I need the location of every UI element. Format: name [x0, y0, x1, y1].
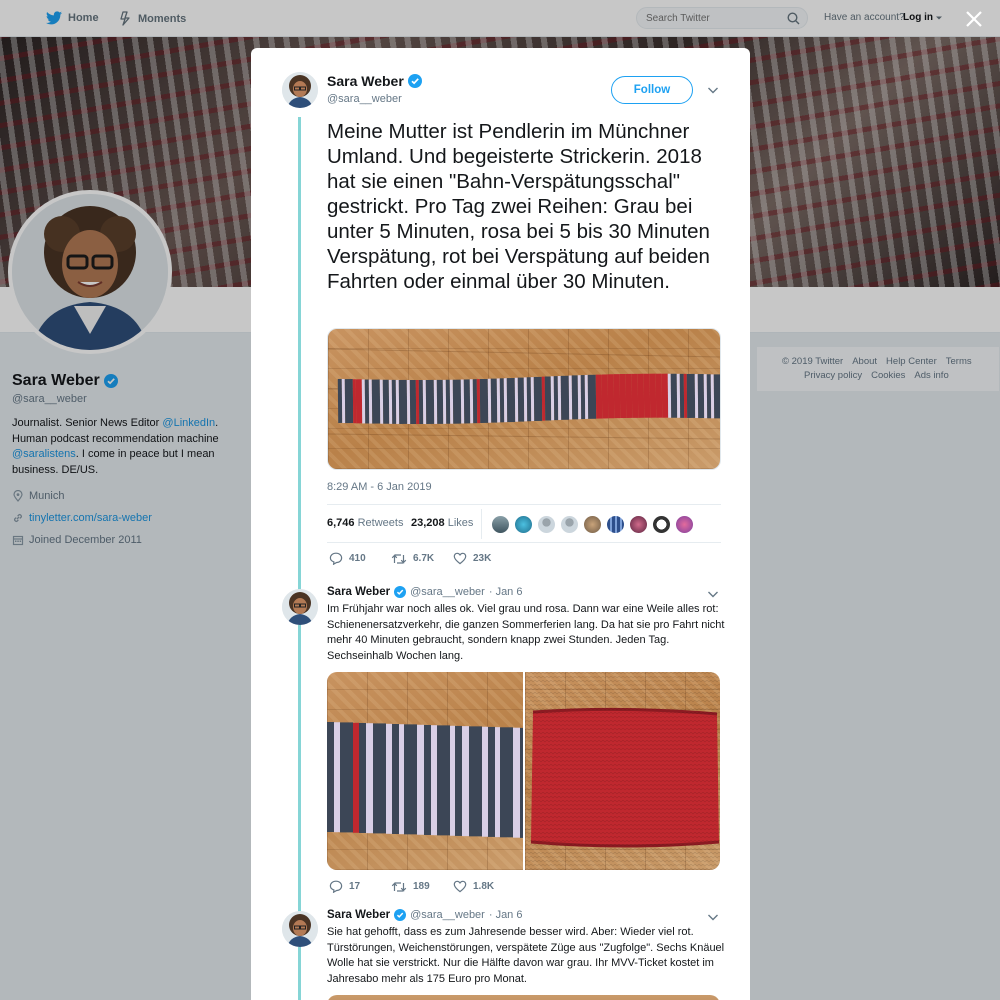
- reply-count: 410: [349, 553, 366, 564]
- chevron-down-icon[interactable]: [706, 910, 720, 924]
- tweet-timestamp[interactable]: 8:29 AM - 6 Jan 2019: [327, 481, 432, 493]
- tweet-author-name[interactable]: Sara Weber: [327, 73, 422, 89]
- reply-text: Sie hat gehofft, dass es zum Jahresende …: [327, 926, 725, 986]
- tweet-text: Meine Mutter ist Pendlerin im Münchner U…: [327, 120, 710, 293]
- retweet-count: 189: [413, 881, 430, 892]
- heart-icon: [453, 552, 467, 565]
- retweet-count: 6,746: [327, 517, 355, 529]
- reply-text: Im Frühjahr war noch alles ok. Viel grau…: [327, 603, 725, 663]
- liker-avatar[interactable]: [675, 515, 694, 534]
- reply-header: Sara Weber @sara__weber · Jan 6: [327, 586, 522, 598]
- tweet-modal: Sara Weber @sara__weber Follow Meine Mut…: [251, 48, 750, 1000]
- tweet-author-name-text: Sara Weber: [327, 73, 404, 89]
- reply-photo-stripes[interactable]: [327, 672, 523, 870]
- tweet-actions: 410 6.7K 23K: [329, 552, 515, 565]
- like-count-short: 23K: [473, 553, 492, 564]
- reply-date[interactable]: · Jan 6: [489, 586, 523, 598]
- liker-avatar[interactable]: [514, 515, 533, 534]
- reply-header: Sara Weber @sara__weber · Jan 6: [327, 909, 522, 921]
- liker-avatar[interactable]: [491, 515, 510, 534]
- retweet-action[interactable]: 6.7K: [391, 553, 453, 565]
- like-action[interactable]: 23K: [453, 552, 515, 565]
- liker-avatar[interactable]: [583, 515, 602, 534]
- like-stat[interactable]: 23,208 Likes: [411, 517, 473, 529]
- tweet-stats: 6,746 Retweets 23,208 Likes: [327, 504, 721, 543]
- avatar[interactable]: [282, 911, 318, 947]
- reply-icon: [329, 552, 343, 565]
- verified-icon: [394, 586, 407, 598]
- reply-author-name[interactable]: Sara Weber: [327, 586, 390, 598]
- like-label: Likes: [447, 517, 474, 529]
- liker-avatar[interactable]: [652, 515, 671, 534]
- reply-author-name[interactable]: Sara Weber: [327, 909, 390, 921]
- reply-action[interactable]: 17: [329, 880, 391, 893]
- reply-count: 17: [349, 881, 361, 892]
- tweet-author-handle[interactable]: @sara__weber: [327, 93, 402, 105]
- reply-photo-partial[interactable]: [327, 995, 720, 1000]
- like-count: 23,208: [411, 517, 445, 529]
- retweet-icon: [391, 553, 407, 564]
- liker-avatar[interactable]: [560, 515, 579, 534]
- reply-actions: 17 189 1.8K: [329, 880, 515, 893]
- tweet-photo-scarf[interactable]: [327, 328, 721, 470]
- reply-author-handle[interactable]: @sara__weber: [410, 586, 485, 598]
- stats-divider: [481, 509, 482, 539]
- reply-author-handle[interactable]: @sara__weber: [410, 909, 485, 921]
- retweet-label: Retweets: [357, 517, 404, 529]
- liker-avatar[interactable]: [629, 515, 648, 534]
- reply-date[interactable]: · Jan 6: [489, 909, 523, 921]
- verified-icon: [394, 909, 407, 921]
- chevron-down-icon[interactable]: [706, 83, 720, 97]
- retweet-icon: [391, 881, 407, 892]
- thread-line: [298, 117, 301, 1000]
- retweet-stat[interactable]: 6,746 Retweets: [327, 517, 403, 529]
- avatar[interactable]: [282, 589, 318, 625]
- heart-icon: [453, 880, 467, 893]
- like-count: 1.8K: [473, 881, 495, 892]
- avatar[interactable]: [282, 72, 318, 108]
- retweet-count-short: 6.7K: [413, 553, 435, 564]
- retweet-action[interactable]: 189: [391, 881, 453, 893]
- liker-avatars: [491, 515, 694, 534]
- liker-avatar[interactable]: [606, 515, 625, 534]
- like-action[interactable]: 1.8K: [453, 880, 515, 893]
- verified-icon: [407, 74, 422, 88]
- liker-avatar[interactable]: [537, 515, 556, 534]
- reply-photo-red[interactable]: [524, 672, 720, 870]
- close-icon[interactable]: [963, 8, 985, 30]
- follow-button[interactable]: Follow: [611, 76, 693, 104]
- reply-icon: [329, 880, 343, 893]
- chevron-down-icon[interactable]: [706, 587, 720, 601]
- reply-action[interactable]: 410: [329, 552, 391, 565]
- reply-photos: [327, 672, 720, 870]
